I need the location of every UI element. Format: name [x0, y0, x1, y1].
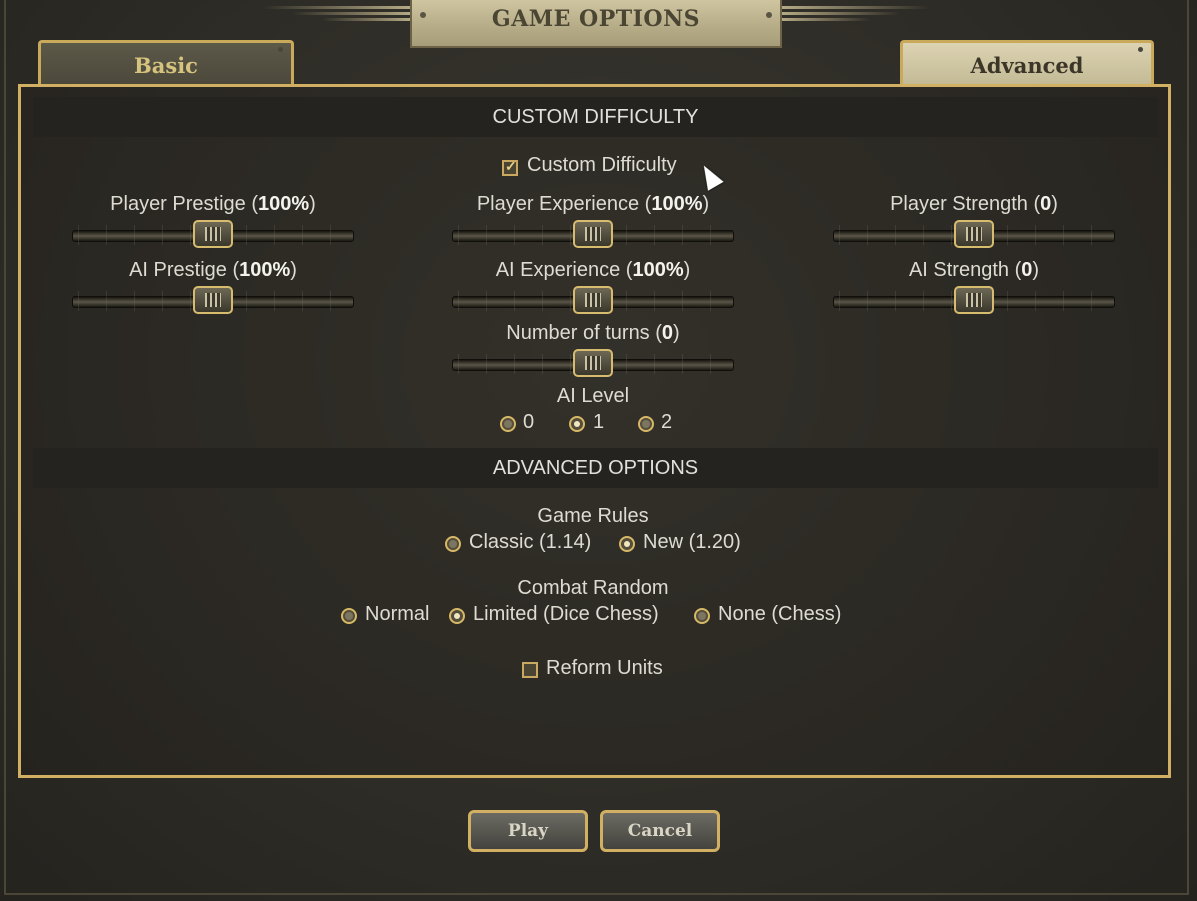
slider-thumb[interactable] [954, 286, 994, 314]
slider-thumb[interactable] [573, 349, 613, 377]
rivet-icon [1138, 47, 1143, 52]
ai-level-option-0: 0 [523, 411, 535, 433]
combat-random-option-limited: Limited (Dice Chess) [473, 603, 659, 625]
game-rules-radio-new[interactable] [619, 536, 635, 552]
play-button[interactable]: Play [468, 810, 588, 852]
ai-level-radio-0[interactable] [500, 416, 516, 432]
ai-level-option-1: 1 [593, 411, 605, 433]
ai-strength-label: AI Strength (0) [908, 259, 1040, 281]
tab-basic-label: Basic [134, 53, 198, 78]
game-rules-radio-classic[interactable] [445, 536, 461, 552]
combat-random-radio-limited[interactable] [449, 608, 465, 624]
slider-thumb[interactable] [193, 220, 233, 248]
custom-difficulty-heading: CUSTOM DIFFICULTY [33, 97, 1158, 137]
combat-random-option-none: None (Chess) [718, 603, 842, 625]
player-strength-label: Player Strength (0) [890, 193, 1058, 215]
tab-advanced-label: Advanced [970, 53, 1084, 78]
custom-difficulty-checkbox[interactable]: ✓ [502, 158, 518, 176]
rivet-icon [766, 12, 772, 18]
reform-units-label: Reform Units [546, 657, 663, 679]
ai-level-radio-2[interactable] [638, 416, 654, 432]
ai-level-radio-1[interactable] [569, 416, 585, 432]
number-of-turns-slider[interactable] [452, 349, 734, 377]
combat-random-radio-normal[interactable] [341, 608, 357, 624]
slider-thumb[interactable] [573, 220, 613, 248]
right-wing-ornament [780, 6, 930, 32]
ai-prestige-slider[interactable] [72, 286, 354, 314]
ai-level-label: AI Level [556, 385, 630, 407]
slider-thumb[interactable] [573, 286, 613, 314]
combat-random-label: Combat Random [517, 577, 669, 599]
player-experience-label: Player Experience (100%) [476, 193, 710, 215]
advanced-options-heading: ADVANCED OPTIONS [33, 448, 1158, 488]
game-rules-option-new: New (1.20) [643, 531, 741, 553]
game-options-window: GAME OPTIONS Basic Advanced CUSTOM DIFFI… [0, 0, 1197, 901]
player-prestige-slider[interactable] [72, 220, 354, 248]
ai-prestige-label: AI Prestige (100%) [129, 259, 297, 281]
number-of-turns-label: Number of turns (0) [506, 322, 680, 344]
slider-thumb[interactable] [954, 220, 994, 248]
window-title: GAME OPTIONS [491, 6, 701, 32]
title-plate: GAME OPTIONS [410, 0, 782, 48]
ai-experience-slider[interactable] [452, 286, 734, 314]
tab-advanced[interactable]: Advanced [900, 40, 1154, 86]
combat-random-option-normal: Normal [365, 603, 430, 625]
ai-level-option-2: 2 [661, 411, 673, 433]
player-strength-slider[interactable] [833, 220, 1115, 248]
player-experience-slider[interactable] [452, 220, 734, 248]
ai-experience-label: AI Experience (100%) [495, 259, 691, 281]
player-prestige-label: Player Prestige (100%) [110, 193, 316, 215]
slider-thumb[interactable] [193, 286, 233, 314]
combat-random-radio-none[interactable] [694, 608, 710, 624]
game-rules-option-classic: Classic (1.14) [469, 531, 592, 553]
left-wing-ornament [262, 6, 412, 32]
cancel-button[interactable]: Cancel [600, 810, 720, 852]
rivet-icon [420, 12, 426, 18]
tab-basic[interactable]: Basic [38, 40, 294, 86]
ai-strength-slider[interactable] [833, 286, 1115, 314]
rivet-icon [278, 47, 283, 52]
custom-difficulty-label: Custom Difficulty [527, 154, 677, 176]
checkmark-icon: ✓ [505, 158, 517, 174]
reform-units-checkbox[interactable] [522, 662, 538, 678]
game-rules-label: Game Rules [537, 505, 649, 527]
